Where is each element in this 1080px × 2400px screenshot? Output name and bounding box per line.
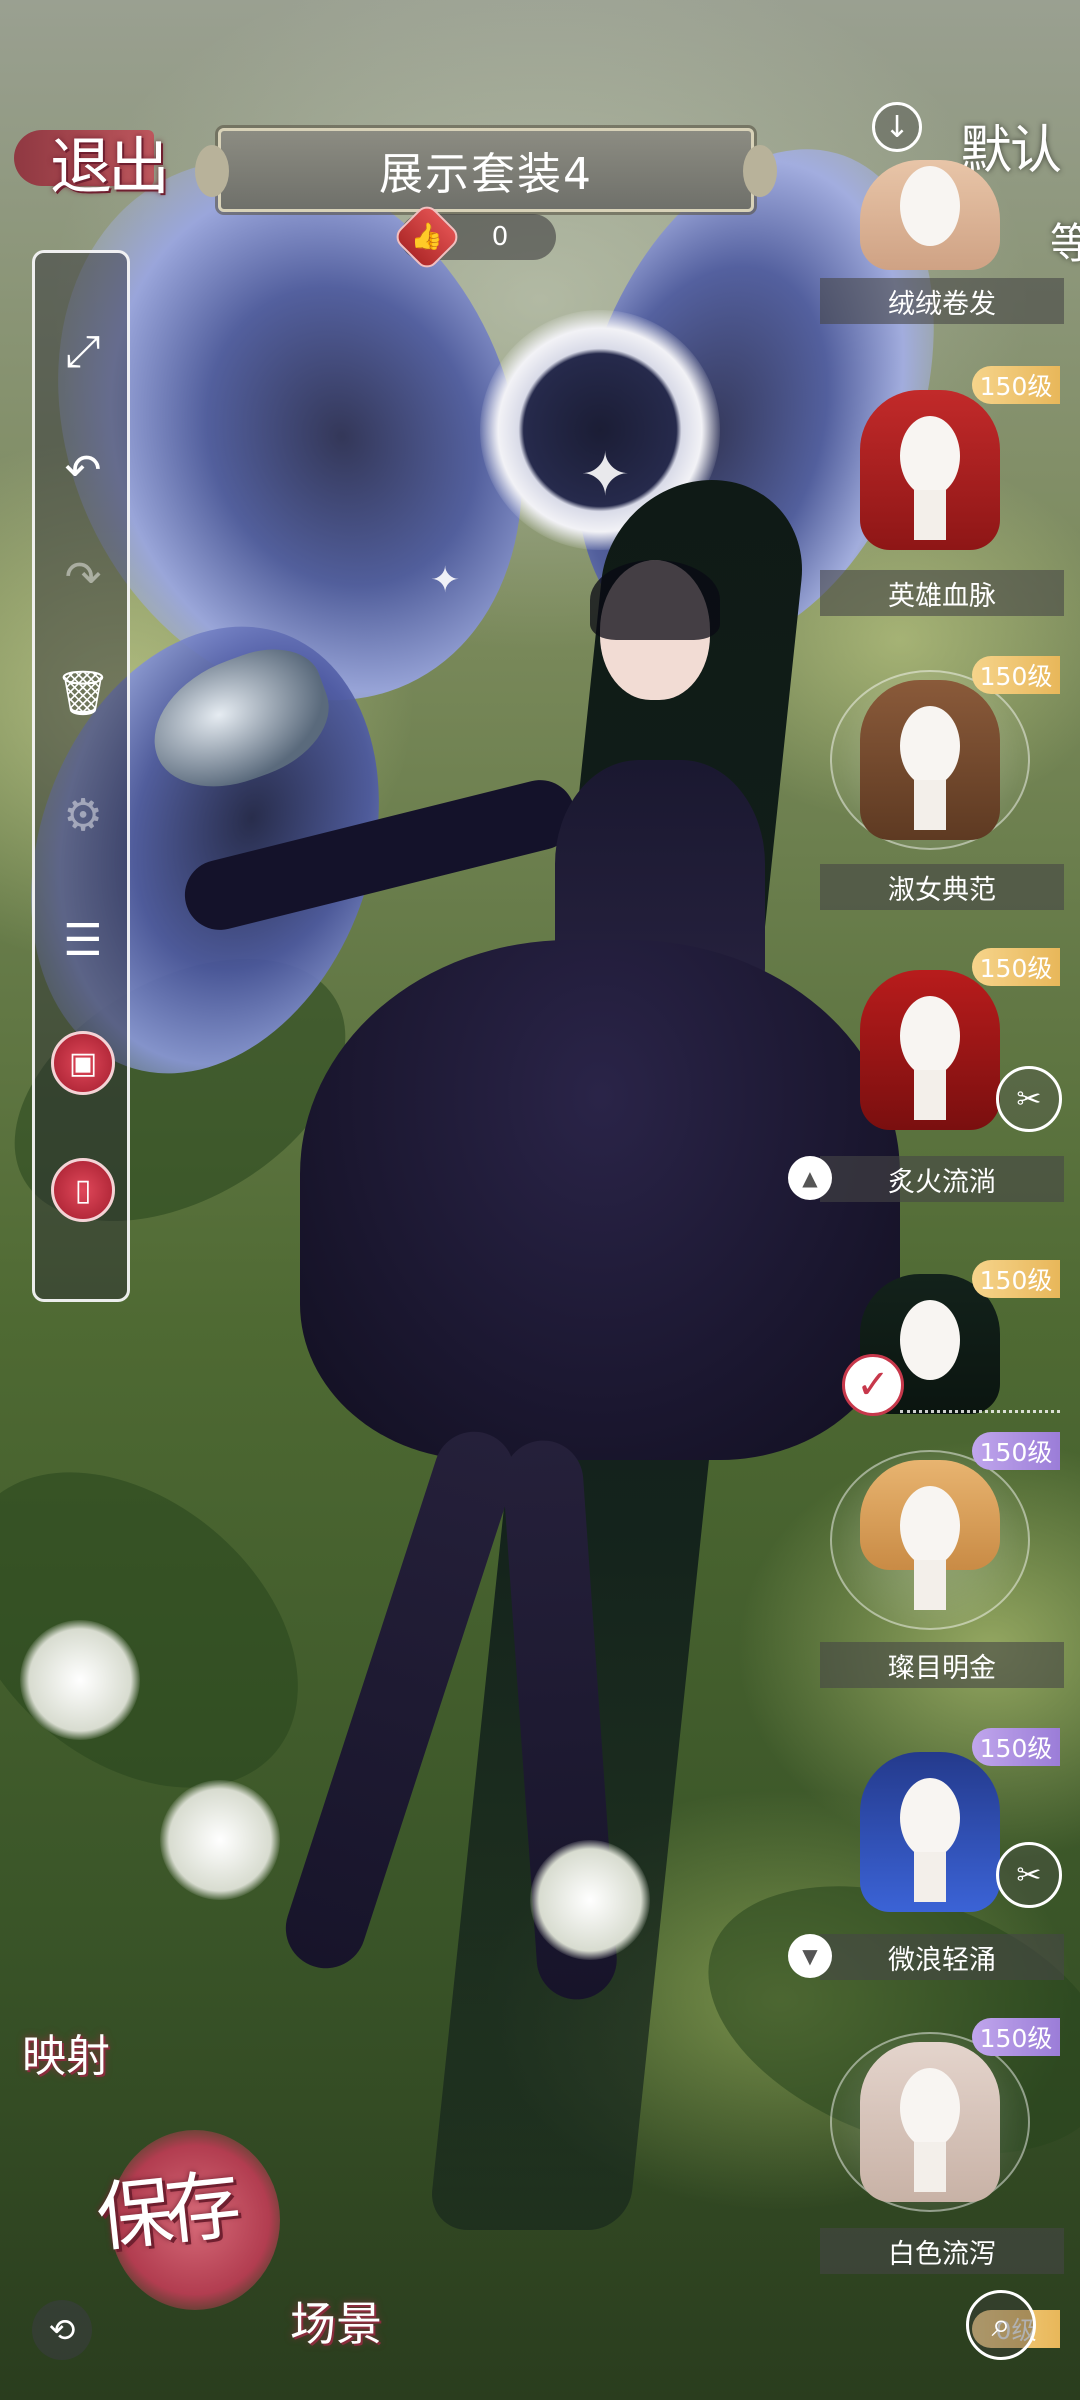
share-icon[interactable]: ⟲ bbox=[32, 2300, 92, 2360]
hair-name: 淑女典范 bbox=[820, 864, 1064, 910]
equipped-check-icon: ✓ bbox=[842, 1354, 904, 1416]
star-flower bbox=[530, 1840, 650, 1960]
divider bbox=[900, 1410, 1060, 1413]
level-badge: 150级 bbox=[972, 656, 1060, 694]
redo-icon[interactable]: ↷ bbox=[51, 545, 115, 609]
hair-name: 微浪轻涌 bbox=[820, 1934, 1064, 1980]
hair-name: 绒绒卷发 bbox=[820, 278, 1064, 324]
search-icon[interactable]: ⌕ bbox=[966, 2290, 1036, 2360]
image-icon[interactable]: ▣ bbox=[51, 1031, 115, 1095]
hair-item[interactable]: 150级 英雄血脉 bbox=[820, 360, 1064, 620]
hair-name: 白色流泻 bbox=[820, 2228, 1064, 2274]
undo-icon[interactable]: ↶ bbox=[51, 438, 115, 502]
hair-thumbnail bbox=[830, 2032, 1030, 2212]
sewing-machine-icon[interactable]: ✂ bbox=[996, 1066, 1062, 1132]
hair-thumbnail bbox=[830, 380, 1030, 560]
outfit-title: 展示套装4 bbox=[379, 149, 593, 200]
outfit-title-plaque: 展示套装4 bbox=[195, 128, 777, 212]
level-badge: 150级 bbox=[972, 1260, 1060, 1298]
hair-item[interactable]: 绒绒卷发 bbox=[820, 160, 1064, 330]
fullscreen-icon[interactable]: ⤢ bbox=[51, 319, 115, 383]
gear-icon[interactable]: ⚙ bbox=[51, 783, 115, 847]
scene-button[interactable]: 场景 bbox=[290, 2288, 382, 2354]
hair-name: 璨目明金 bbox=[820, 1642, 1064, 1688]
list-icon[interactable]: ☰ bbox=[51, 908, 115, 972]
level-badge: 150级 bbox=[972, 366, 1060, 404]
hair-thumbnail bbox=[830, 1742, 1030, 1922]
level-badge: 150级 bbox=[972, 1432, 1060, 1470]
sparkle-icon: ✦ bbox=[580, 440, 631, 510]
hair-item[interactable]: 150级 淑女典范 bbox=[820, 650, 1064, 910]
character-veil bbox=[590, 560, 720, 640]
hair-thumbnail bbox=[830, 160, 1030, 270]
star-flower bbox=[160, 1780, 280, 1900]
phone-icon[interactable]: ▯ bbox=[51, 1158, 115, 1222]
like-button[interactable]: 👍 0 bbox=[391, 201, 556, 273]
character-skirt bbox=[300, 940, 900, 1460]
level-badge: 150级 bbox=[972, 1728, 1060, 1766]
hair-item[interactable]: 150级 璨目明金 bbox=[820, 1430, 1064, 1690]
left-toolbar: ⤢ ↶ ↷ 🗑 ⚙ ☰ ▣ ▯ bbox=[32, 250, 130, 1302]
exit-button[interactable]: 退出 bbox=[14, 110, 184, 203]
hair-name: 炙火流淌 bbox=[820, 1156, 1064, 1202]
mirror-button[interactable]: 映射 bbox=[22, 2020, 110, 2084]
hair-thumbnail bbox=[830, 1450, 1030, 1630]
trash-icon[interactable]: 🗑 bbox=[51, 661, 115, 725]
level-badge: 150级 bbox=[972, 2018, 1060, 2056]
exit-label: 退出 bbox=[50, 130, 170, 203]
level-badge: 150级 bbox=[972, 948, 1060, 986]
expand-down-icon[interactable]: ▼ bbox=[788, 1934, 832, 1978]
sparkle-icon: ✦ bbox=[430, 560, 461, 601]
collapse-up-icon[interactable]: ▲ bbox=[788, 1156, 832, 1200]
hair-name: 英雄血脉 bbox=[820, 570, 1064, 616]
like-count: 0 bbox=[491, 222, 509, 252]
save-label: 保存 bbox=[92, 2160, 237, 2263]
scroll-down-arrow-icon[interactable]: ↓ bbox=[872, 102, 922, 152]
hair-thumbnail bbox=[830, 670, 1030, 850]
save-button[interactable]: 保存 bbox=[90, 2120, 290, 2320]
sewing-machine-icon[interactable]: ✂ bbox=[996, 1842, 1062, 1908]
star-flower bbox=[20, 1620, 140, 1740]
hair-item[interactable]: 150级 白色流泻 bbox=[820, 2012, 1064, 2274]
